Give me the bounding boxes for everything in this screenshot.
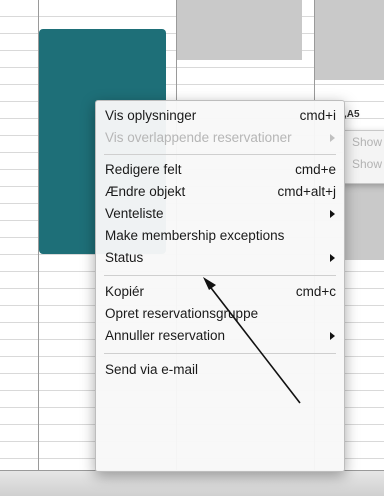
menu-item-shortcut: cmd+c [295,284,336,299]
context-menu: Vis oplysninger cmd+i Vis overlappende r… [95,100,345,472]
menu-separator [104,154,336,155]
menu-item-shortcut: cmd+e [295,162,336,177]
bottom-bar [0,470,384,496]
menu-item-label: Send via e-mail [105,362,199,377]
unavailable-block [315,0,384,80]
menu-item-label: Kopiér [105,284,145,299]
unavailable-block [176,0,302,60]
menu-item-vis-oplysninger[interactable]: Vis oplysninger cmd+i [96,105,344,127]
menu-item-shortcut: cmd+i [299,108,336,123]
menu-item-kopier[interactable]: Kopiér cmd+c [96,281,344,303]
menu-item-opret-reservationsgruppe[interactable]: Opret reservationsgruppe [96,303,344,325]
menu-item-label: Make membership exceptions [105,228,285,243]
menu-item-redigere-felt[interactable]: Redigere felt cmd+e [96,159,344,181]
menu-item-aendre-objekt[interactable]: Ændre objekt cmd+alt+j [96,181,344,203]
menu-item-label: Status [105,250,144,265]
submenu-arrow-icon [330,254,335,262]
submenu-arrow-icon [330,134,335,142]
menu-item-send-via-email[interactable]: Send via e-mail [96,359,344,381]
menu-item-label: Vis oplysninger [105,108,197,123]
menu-separator [104,275,336,276]
menu-item-annuller-reservation[interactable]: Annuller reservation [96,325,344,347]
submenu-arrow-icon [330,210,335,218]
menu-item-status[interactable]: Status [96,247,344,269]
menu-item-label: Redigere felt [105,162,182,177]
menu-item-vis-overlappende[interactable]: Vis overlappende reservationer [96,127,344,149]
menu-item-label: Opret reservationsgruppe [105,306,259,321]
submenu-item[interactable]: Show [344,153,384,175]
unavailable-block [343,180,384,260]
menu-item-label: Vis overlappende reservationer [105,130,292,145]
menu-item-shortcut: cmd+alt+j [277,184,336,199]
menu-item-label: Venteliste [105,206,164,221]
menu-item-label: Ændre objekt [105,184,186,199]
submenu-item[interactable]: Show [344,131,384,153]
submenu-arrow-icon [330,332,335,340]
menu-item-make-membership-exceptions[interactable]: Make membership exceptions [96,225,344,247]
menu-separator [104,353,336,354]
menu-item-label: Annuller reservation [105,328,226,343]
cell-label: ,A5 [344,109,360,120]
overlap-submenu: Show Show [343,130,384,184]
menu-item-venteliste[interactable]: Venteliste [96,203,344,225]
